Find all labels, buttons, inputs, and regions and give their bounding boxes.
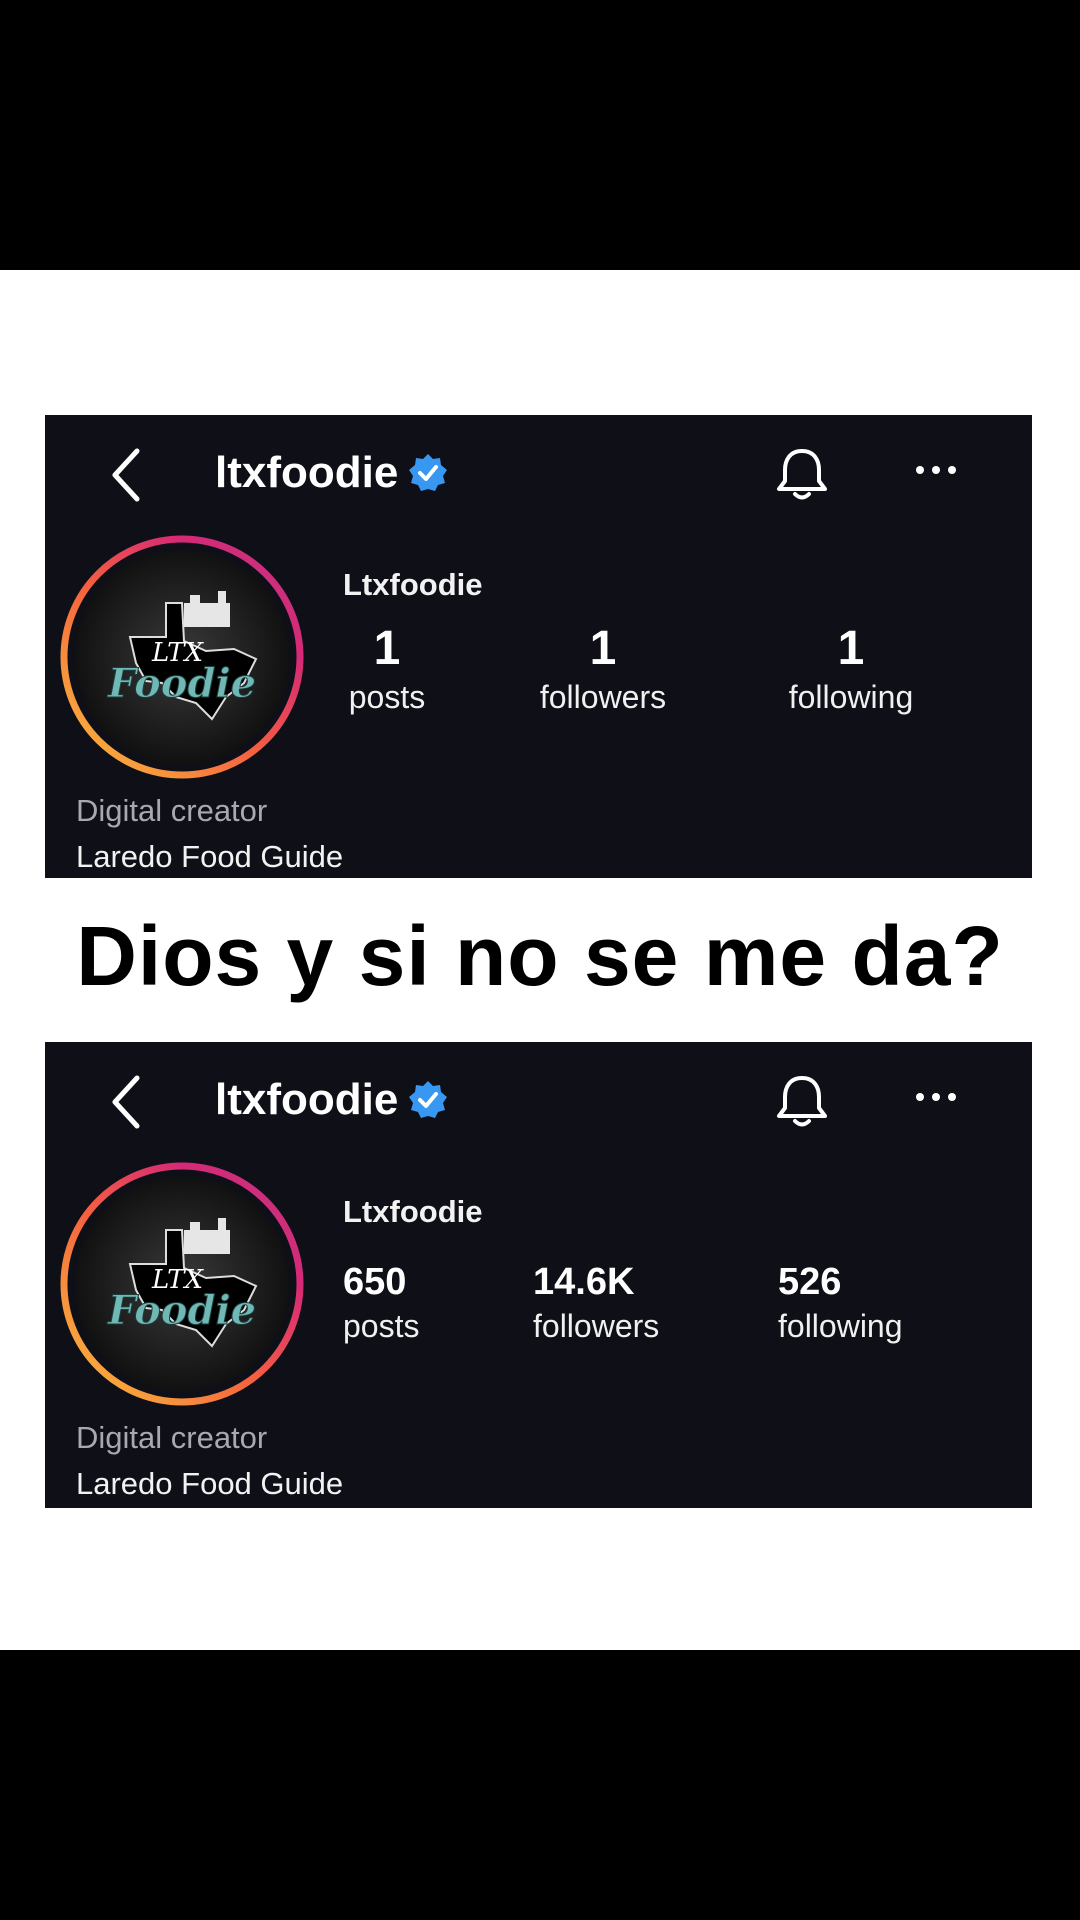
stat-followers[interactable]: 14.6K followers — [533, 1260, 659, 1348]
avatar[interactable]: LTX Foodie — [58, 1160, 306, 1408]
profile-bio: Laredo Food Guide — [76, 1466, 344, 1501]
stat-label: followers — [533, 1308, 660, 1344]
stat-label: posts — [343, 1308, 420, 1344]
stat-label: following — [788, 679, 914, 715]
bell-icon[interactable] — [773, 1072, 831, 1132]
more-horizontal-icon[interactable] — [913, 1090, 959, 1104]
stat-value: 650 — [343, 1261, 407, 1303]
verified-badge-icon — [409, 454, 448, 491]
bell-icon[interactable] — [773, 445, 831, 505]
profile-category: Digital creator — [76, 1420, 268, 1455]
stat-value: 1 — [589, 622, 617, 675]
avatar[interactable]: LTX Foodie — [58, 533, 306, 781]
profile-display-name: Ltxfoodie — [343, 1194, 483, 1229]
stat-following[interactable]: 526 following — [778, 1260, 903, 1348]
profile-handle: ltxfoodie — [215, 448, 399, 497]
bottom-black-band — [0, 1650, 1080, 1920]
chevron-left-icon[interactable] — [107, 1072, 147, 1132]
top-black-band — [0, 0, 1080, 270]
avatar-logo-line2: Foodie — [107, 660, 256, 707]
stat-following[interactable]: 1 following — [776, 621, 926, 717]
stat-posts[interactable]: 1 posts — [343, 621, 431, 717]
stat-value: 1 — [837, 622, 865, 675]
stat-label: posts — [348, 679, 426, 715]
profile-handle: ltxfoodie — [215, 1075, 399, 1124]
more-horizontal-icon[interactable] — [913, 463, 959, 477]
stat-label: followers — [539, 679, 667, 715]
profile-category: Digital creator — [76, 793, 268, 828]
profile-header: ltxfoodie — [215, 1070, 448, 1130]
stat-value: 1 — [373, 622, 401, 675]
stat-followers[interactable]: 1 followers — [530, 621, 676, 717]
stat-posts[interactable]: 650 posts — [343, 1260, 419, 1348]
verified-badge-icon — [409, 1081, 448, 1118]
stat-value: 526 — [778, 1261, 842, 1303]
profile-header: ltxfoodie — [215, 443, 448, 503]
caption-text: Dios y si no se me da? — [76, 909, 1004, 1003]
stat-label: following — [778, 1308, 903, 1344]
stat-value: 14.6K — [533, 1261, 635, 1303]
chevron-left-icon[interactable] — [107, 445, 147, 505]
profile-card-before: ltxfoodie LTX Foodie Ltxfoodie 1 posts 1… — [45, 415, 1032, 878]
profile-card-after: ltxfoodie LTX Foodie Ltxfoodie 650 posts… — [45, 1042, 1032, 1508]
avatar-logo-line2: Foodie — [107, 1287, 256, 1334]
profile-bio: Laredo Food Guide — [76, 839, 344, 874]
profile-display-name: Ltxfoodie — [343, 567, 483, 602]
